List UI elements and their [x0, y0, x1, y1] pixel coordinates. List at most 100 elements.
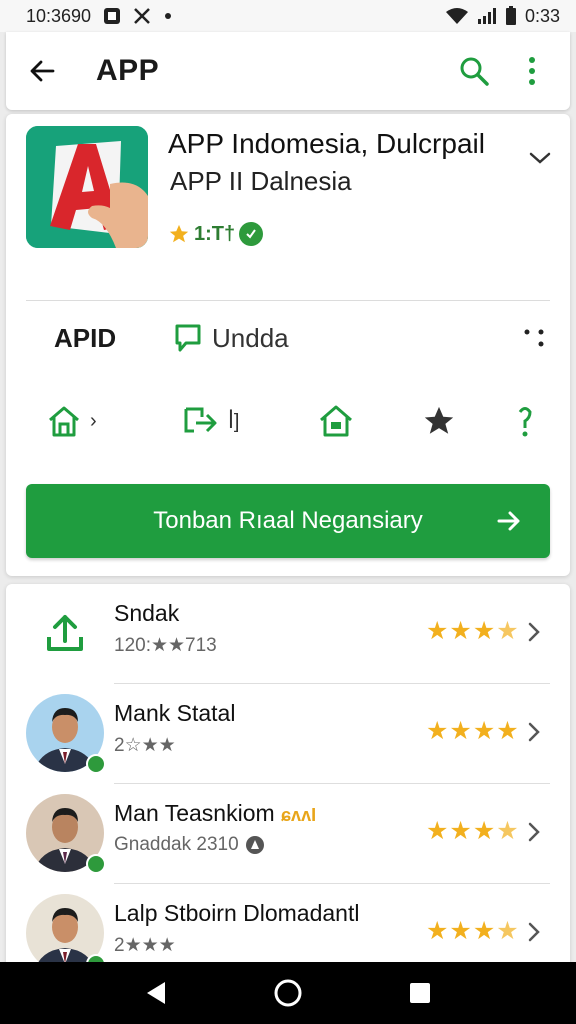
nav-recents-button[interactable]	[396, 969, 444, 1017]
list-item[interactable]: Mank Statal 2☆★★ ★ ★ ★ ★	[6, 684, 570, 784]
tab-undda-label: Undda	[212, 322, 289, 353]
house-icon	[320, 405, 352, 437]
star-icon	[169, 224, 189, 243]
nav-back-button[interactable]	[132, 969, 180, 1017]
star-icon: ★	[472, 817, 496, 845]
circle-home-icon	[274, 979, 302, 1007]
list-item-subtitle: 120:★★713	[114, 635, 217, 656]
list-item[interactable]: Sndak 120:★★713 ★ ★ ★ ★	[6, 584, 570, 684]
more-button[interactable]	[510, 49, 554, 93]
star-rating: ★ ★ ★ ★	[426, 816, 519, 846]
app-subtitle: APP II Dalnesia	[170, 166, 352, 196]
star-icon: ★	[449, 917, 472, 945]
star-icon: ★	[449, 717, 472, 745]
star-icon: ★	[426, 617, 449, 645]
chevron-right-icon	[522, 716, 546, 748]
list-item-title-text: Man Teasnkiom	[114, 800, 275, 826]
list-item-subtitle-text: Gnaddak 2310	[114, 834, 239, 855]
nav-home-button[interactable]	[264, 969, 312, 1017]
divider	[26, 300, 550, 301]
home-action-suffix: ›	[90, 409, 97, 432]
chevron-right-icon	[522, 916, 546, 948]
wifi-icon	[445, 7, 469, 25]
star-rating: ★ ★ ★ ★	[426, 716, 519, 746]
notification-icon	[103, 7, 121, 25]
app-bar: APP	[6, 32, 570, 110]
list-card: Sndak 120:★★713 ★ ★ ★ ★ Mank Statal 2☆★★ ★ ★…	[6, 584, 570, 1024]
tab-undda[interactable]: Undda	[174, 323, 289, 354]
cta-label: Tonban Rıaal Negansiary	[153, 507, 423, 534]
battery-icon	[505, 6, 517, 26]
list-item[interactable]: Man Teasnkiom ɕʌᴧI Gnaddak 2310 ★ ★ ★ ★	[6, 784, 570, 884]
more-options-button[interactable]	[520, 324, 548, 352]
chevron-right-icon	[522, 616, 546, 648]
info-icon	[518, 407, 532, 437]
star-icon: ★	[426, 817, 449, 845]
online-indicator	[86, 854, 106, 874]
status-time: 10:3690	[26, 5, 92, 26]
star-rating: ★ ★ ★ ★	[426, 616, 519, 646]
tabs-row: APID Undda	[6, 310, 570, 366]
star-icon: ★	[426, 917, 449, 945]
page-title: APP	[96, 54, 160, 87]
star-icon: ★	[496, 717, 519, 745]
arrow-left-icon	[30, 60, 55, 82]
rating-text: 1:T†	[194, 222, 236, 245]
back-button[interactable]	[6, 32, 78, 110]
favorite-action[interactable]	[422, 396, 456, 446]
search-icon	[460, 57, 489, 86]
system-nav-bar	[0, 962, 576, 1024]
star-icon: ★	[449, 817, 472, 845]
list-item-subtitle: 2☆★★	[114, 735, 176, 756]
square-recents-icon	[410, 983, 430, 1003]
signal-icon	[477, 7, 497, 25]
status-bar: 10:3690 0:33	[0, 0, 576, 32]
star-rating: ★ ★ ★ ★	[426, 916, 519, 946]
arrow-right-icon	[497, 511, 520, 531]
list-item-subtitle: Gnaddak 2310	[114, 834, 265, 856]
status-clock: 0:33	[524, 5, 560, 26]
list-item-tag: ɕʌᴧI	[281, 805, 317, 825]
action-icons-row: › ꟾ]	[6, 396, 570, 446]
info-action[interactable]	[516, 396, 534, 446]
more-vert-icon	[529, 57, 535, 85]
chat-icon	[175, 324, 201, 352]
upload-icon	[26, 594, 104, 672]
share-action[interactable]: ꟾ]	[182, 396, 239, 446]
store-action[interactable]	[318, 396, 354, 446]
triangle-back-icon	[147, 982, 165, 1004]
search-button[interactable]	[452, 49, 496, 93]
share-action-suffix: ꟾ]	[228, 410, 240, 433]
list-item-subtitle: 2★★★	[114, 935, 176, 956]
tab-apid[interactable]: APID	[54, 323, 116, 354]
list-item-title: Sndak	[114, 600, 180, 626]
app-rating: 1:T†	[168, 222, 264, 246]
star-half-icon: ★	[496, 917, 519, 945]
chevron-down-icon	[529, 152, 551, 164]
expand-button[interactable]	[524, 142, 556, 174]
star-icon: ★	[472, 917, 496, 945]
dot-icon	[163, 11, 173, 21]
app-name: APP Indomesia, Dulcrpail	[168, 128, 485, 159]
list-item-title: Mank Statal	[114, 700, 236, 726]
list-item-title: Lalp Stboirn Dlomadantl	[114, 900, 360, 926]
home-action[interactable]: ›	[46, 396, 97, 446]
badge-icon	[245, 836, 264, 854]
star-icon	[424, 406, 454, 434]
share-arrow-icon	[184, 407, 217, 433]
star-icon: ★	[449, 617, 472, 645]
online-indicator	[86, 754, 106, 774]
verified-icon	[239, 222, 264, 246]
primary-cta-button[interactable]: Tonban Rıaal Negansiary	[26, 484, 550, 558]
star-icon: ★	[472, 617, 496, 645]
tools-icon	[133, 7, 151, 25]
chevron-right-icon	[522, 816, 546, 848]
app-logo-icon[interactable]	[26, 126, 148, 248]
app-detail-card: APP Indomesia, Dulcrpail APP II Dalnesia…	[6, 114, 570, 576]
dots-icon	[524, 329, 544, 347]
star-half-icon: ★	[496, 617, 519, 645]
star-half-icon: ★	[496, 817, 519, 845]
star-icon: ★	[426, 717, 449, 745]
star-icon: ★	[472, 717, 496, 745]
list-item-title: Man Teasnkiom ɕʌᴧI	[114, 800, 316, 827]
